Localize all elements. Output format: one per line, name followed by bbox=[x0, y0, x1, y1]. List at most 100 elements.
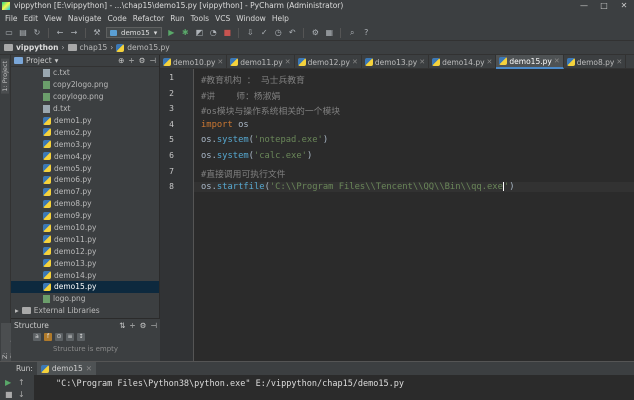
debug-bug-icon[interactable]: ✱ bbox=[180, 28, 190, 38]
close-button[interactable]: ✕ bbox=[614, 0, 634, 12]
tree-item[interactable]: logo.png bbox=[11, 293, 159, 305]
tree-item[interactable]: demo10.py bbox=[11, 222, 159, 234]
code-line[interactable]: os.system('calc.exe') bbox=[201, 151, 312, 161]
tab-demo14[interactable]: demo14.py ✕ bbox=[429, 55, 497, 69]
minimize-button[interactable]: — bbox=[574, 0, 594, 12]
tree-item[interactable]: demo4.py bbox=[11, 150, 159, 162]
scroll-down-icon[interactable]: ↓ bbox=[18, 390, 25, 399]
tree-item[interactable]: demo3.py bbox=[11, 138, 159, 150]
close-icon[interactable]: ✕ bbox=[419, 58, 425, 66]
breadcrumb-item-file[interactable]: demo15.py bbox=[127, 43, 169, 52]
code-line[interactable]: #教育机构 ： 马士兵教育 bbox=[201, 73, 305, 86]
rerun-icon[interactable]: ▶ bbox=[5, 378, 11, 387]
breadcrumb-item-folder[interactable]: chap15 bbox=[80, 43, 108, 52]
code-line[interactable]: #直接调用可执行文件 bbox=[201, 167, 285, 180]
menu-edit[interactable]: Edit bbox=[21, 12, 42, 25]
menu-tools[interactable]: Tools bbox=[188, 12, 212, 25]
tree-item[interactable]: copy2logo.png bbox=[11, 79, 159, 91]
stop-icon[interactable]: ■ bbox=[222, 28, 232, 38]
filter-icon[interactable]: ↕ bbox=[77, 332, 85, 341]
revert-icon[interactable]: ↶ bbox=[287, 28, 297, 38]
code-editor[interactable]: 1 #教育机构 ： 马士兵教育 2 #讲 师：杨淑娟 3 #os模块与操作系统相关的一个模… bbox=[160, 69, 634, 361]
expand-icon[interactable]: ÷ bbox=[129, 321, 135, 330]
menu-window[interactable]: Window bbox=[233, 12, 269, 25]
tree-item[interactable]: demo13.py bbox=[11, 257, 159, 269]
tree-item[interactable]: demo11.py bbox=[11, 233, 159, 245]
back-arrow-icon[interactable]: ← bbox=[55, 28, 65, 38]
menu-run[interactable]: Run bbox=[167, 12, 187, 25]
close-icon[interactable]: ✕ bbox=[616, 58, 622, 66]
tree-item[interactable]: demo12.py bbox=[11, 245, 159, 257]
menu-navigate[interactable]: Navigate bbox=[65, 12, 105, 25]
settings-wrench-icon[interactable]: ⚙ bbox=[310, 28, 320, 38]
show-fields-icon[interactable]: f bbox=[44, 332, 52, 341]
sync-icon[interactable]: ↻ bbox=[32, 28, 42, 38]
tree-item[interactable]: demo7.py bbox=[11, 186, 159, 198]
menu-view[interactable]: View bbox=[41, 12, 65, 25]
hide-panel-icon[interactable]: ⊣ bbox=[150, 321, 157, 330]
close-icon[interactable]: ✕ bbox=[487, 58, 493, 66]
sort-alpha-icon[interactable]: a bbox=[33, 332, 41, 341]
code-line[interactable]: os.startfile('C:\\Program Files\\Tencent… bbox=[194, 182, 634, 193]
menu-code[interactable]: Code bbox=[105, 12, 130, 25]
tree-item[interactable]: c.txt bbox=[11, 67, 159, 79]
search-icon[interactable]: ⌕ bbox=[347, 28, 357, 38]
tree-item[interactable]: demo1.py bbox=[11, 115, 159, 127]
code-line[interactable]: import os bbox=[201, 120, 249, 130]
hide-panel-icon[interactable]: ⊣ bbox=[149, 56, 156, 65]
gear-icon[interactable]: ⚙ bbox=[140, 321, 147, 330]
tree-item[interactable]: demo2.py bbox=[11, 126, 159, 138]
tree-item[interactable]: demo14.py bbox=[11, 269, 159, 281]
forward-arrow-icon[interactable]: → bbox=[69, 28, 79, 38]
tab-demo15[interactable]: demo15.py ✕ bbox=[496, 55, 564, 69]
tab-demo13[interactable]: demo13.py ✕ bbox=[362, 55, 430, 69]
open-folder-icon[interactable]: ▭ bbox=[4, 28, 14, 38]
project-tool-button[interactable]: 1: Project bbox=[1, 59, 9, 94]
breadcrumb-item-project[interactable]: vippython bbox=[16, 43, 59, 52]
autoscroll-icon[interactable]: ≡ bbox=[66, 332, 74, 341]
menu-refactor[interactable]: Refactor bbox=[130, 12, 167, 25]
menu-file[interactable]: File bbox=[2, 12, 21, 25]
close-icon[interactable]: ✕ bbox=[285, 58, 291, 66]
code-line[interactable]: #讲 师：杨淑娟 bbox=[201, 89, 280, 102]
stop-icon[interactable]: ■ bbox=[5, 390, 13, 399]
tree-item-external-libraries[interactable]: ▸ External Libraries bbox=[11, 305, 159, 317]
vcs-update-icon[interactable]: ⇩ bbox=[245, 28, 255, 38]
run-tab[interactable]: demo15 ✕ bbox=[36, 362, 97, 375]
gear-icon[interactable]: ⚙ bbox=[139, 56, 146, 65]
project-structure-icon[interactable]: ▦ bbox=[324, 28, 334, 38]
menu-vcs[interactable]: VCS bbox=[212, 12, 233, 25]
tree-item[interactable]: d.txt bbox=[11, 103, 159, 115]
collapse-all-icon[interactable]: ÷ bbox=[128, 56, 134, 65]
tree-item[interactable]: demo5.py bbox=[11, 162, 159, 174]
save-all-icon[interactable]: ▤ bbox=[18, 28, 28, 38]
build-hammer-icon[interactable]: ⚒ bbox=[92, 28, 102, 38]
sort-icon[interactable]: ⇅ bbox=[119, 321, 125, 330]
locate-file-icon[interactable]: ⊕ bbox=[118, 56, 124, 65]
vcs-commit-icon[interactable]: ✓ bbox=[259, 28, 269, 38]
project-panel-title[interactable]: Project bbox=[26, 56, 52, 65]
maximize-button[interactable]: □ bbox=[594, 0, 614, 12]
chevron-down-icon[interactable]: ▾ bbox=[55, 56, 59, 65]
profile-icon[interactable]: ◔ bbox=[208, 28, 218, 38]
close-icon[interactable]: ✕ bbox=[217, 58, 223, 66]
close-icon[interactable]: ✕ bbox=[86, 364, 92, 373]
run-play-icon[interactable]: ▶ bbox=[166, 28, 176, 38]
tree-item[interactable]: copylogo.png bbox=[11, 91, 159, 103]
close-icon[interactable]: ✕ bbox=[352, 58, 358, 66]
coverage-icon[interactable]: ◩ bbox=[194, 28, 204, 38]
vcs-history-icon[interactable]: ◷ bbox=[273, 28, 283, 38]
code-line[interactable]: #os模块与操作系统相关的一个模块 bbox=[201, 104, 340, 117]
help-icon[interactable]: ? bbox=[361, 28, 371, 38]
show-inherited-icon[interactable]: ⊙ bbox=[55, 332, 63, 341]
scroll-up-icon[interactable]: ↑ bbox=[18, 378, 25, 387]
run-configuration-select[interactable]: demo15 ▾ bbox=[106, 27, 163, 38]
tree-item[interactable]: demo8.py bbox=[11, 198, 159, 210]
tab-demo12[interactable]: demo12.py ✕ bbox=[295, 55, 362, 69]
tab-demo8[interactable]: demo8.py ✕ bbox=[564, 55, 627, 69]
code-line[interactable]: os.system('notepad.exe') bbox=[201, 135, 328, 145]
tree-item[interactable]: demo15.py bbox=[11, 281, 159, 293]
tab-demo11[interactable]: demo11.py ✕ bbox=[227, 55, 295, 69]
menu-help[interactable]: Help bbox=[269, 12, 292, 25]
tree-item[interactable]: demo9.py bbox=[11, 210, 159, 222]
